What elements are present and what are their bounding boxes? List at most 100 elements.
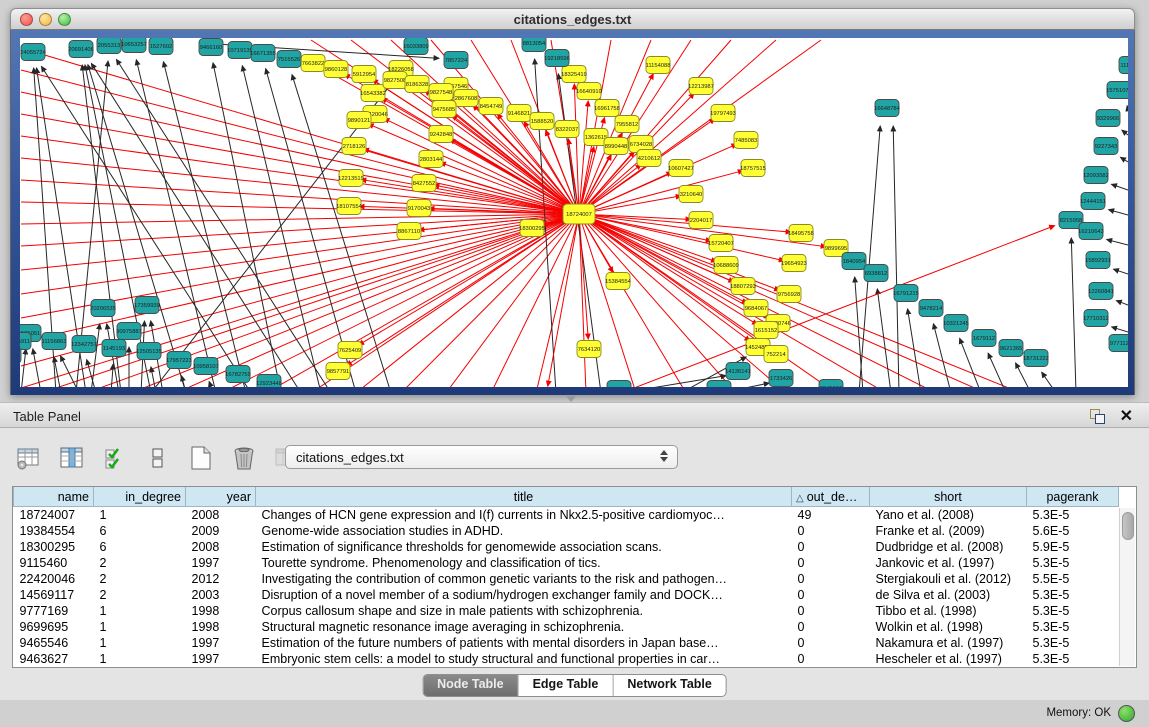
table-row[interactable]: 1830029562008Estimation of significance … [14, 539, 1119, 555]
graph-node[interactable]: 19654923 [781, 255, 807, 272]
table-cell[interactable]: 1 [94, 651, 186, 667]
graph-node[interactable]: 16671355 [250, 45, 276, 62]
graph-node[interactable]: 16791215 [893, 285, 919, 302]
graph-node[interactable]: 16961758 [594, 100, 620, 117]
graph-edge[interactable] [1120, 157, 1128, 162]
table-row[interactable]: 1938455462009Genome-wide association stu… [14, 523, 1119, 539]
table-row[interactable]: 911546021997Tourette syndrome. Phenomeno… [14, 555, 1119, 571]
graph-node[interactable]: 18724007 [563, 204, 595, 224]
table-row[interactable]: 1872400712008Changes of HCN gene express… [14, 507, 1119, 524]
table-cell[interactable]: 9777169 [14, 603, 94, 619]
graph-node[interactable]: 18300295 [519, 220, 545, 237]
float-panel-icon[interactable] [1090, 409, 1105, 423]
graph-node[interactable]: 3210640 [679, 186, 703, 203]
graph-node[interactable]: 12213987 [688, 78, 714, 95]
graph-edge[interactable] [1042, 372, 1056, 387]
graph-node[interactable]: 7955812 [615, 116, 639, 133]
table-cell[interactable]: 1 [94, 507, 186, 524]
graph-edge[interactable] [877, 289, 891, 387]
table-cell[interactable]: Tourette syndrome. Phenomenology and cla… [256, 555, 792, 571]
graph-node[interactable]: 7663822 [301, 55, 325, 72]
row-height-icon[interactable] [143, 443, 173, 473]
column-header-out-degree[interactable]: △out_de… [792, 487, 870, 507]
graph-edge[interactable] [548, 214, 579, 386]
memory-ok-indicator[interactable] [1118, 705, 1135, 722]
graph-node[interactable]: 7634120 [577, 341, 601, 358]
graph-edge[interactable] [176, 214, 579, 387]
graph-node[interactable]: 2055313 [97, 38, 121, 54]
table-cell[interactable]: Yano et al. (2008) [870, 507, 1027, 524]
graph-node[interactable]: 11154088 [646, 57, 671, 74]
graph-node[interactable]: 11156863 [42, 333, 67, 350]
graph-node[interactable]: 24055724 [20, 44, 47, 61]
table-row[interactable]: 946554611997Estimation of the future num… [14, 635, 1119, 651]
column-header-name[interactable]: name [14, 487, 94, 507]
table-cell[interactable]: 19384554 [14, 523, 94, 539]
graph-node[interactable]: 9170043 [407, 200, 431, 217]
table-cell[interactable]: 2003 [186, 587, 256, 603]
graph-node[interactable]: 1615152 [754, 322, 778, 339]
table-cell[interactable]: 2009 [186, 523, 256, 539]
column-header-pagerank[interactable]: pagerank [1027, 487, 1119, 507]
graph-edge[interactable] [21, 214, 579, 342]
graph-node[interactable]: 4210612 [637, 150, 661, 167]
graph-edge[interactable] [1116, 301, 1128, 305]
scrollbar-thumb[interactable] [1122, 512, 1134, 540]
table-cell[interactable]: 5.3E-5 [1027, 635, 1119, 651]
graph-node[interactable]: 9756928 [777, 286, 801, 303]
table-cell[interactable]: 22420046 [14, 571, 94, 587]
graph-node[interactable]: 20691406 [68, 41, 94, 58]
table-cell[interactable]: 1 [94, 619, 186, 635]
column-header-year[interactable]: year [186, 487, 256, 507]
graph-node[interactable]: 2718126 [342, 138, 366, 155]
graph-node[interactable]: 9466160 [199, 39, 223, 56]
table-cell[interactable]: 5.3E-5 [1027, 603, 1119, 619]
select-columns-icon[interactable] [57, 443, 87, 473]
graph-node[interactable]: 1840954 [842, 253, 866, 270]
graph-edge[interactable] [209, 381, 213, 387]
graph-node[interactable]: 8867110 [397, 223, 421, 240]
graph-node[interactable]: 1733426 [769, 370, 793, 387]
table-cell[interactable]: Tibbo et al. (1998) [870, 603, 1027, 619]
tab-network-table[interactable]: Network Table [613, 675, 726, 696]
graph-edge[interactable] [21, 202, 579, 214]
graph-node[interactable]: 17710312 [1083, 310, 1109, 327]
graph-node[interactable]: 9242848 [429, 126, 453, 143]
citation-graph[interactable]: 7663822986012859129541654338222420046989… [20, 38, 1128, 387]
graph-node[interactable]: 9827508 [383, 72, 407, 89]
table-cell[interactable]: 14569117 [14, 587, 94, 603]
table-cell[interactable]: 49 [792, 507, 870, 524]
table-row[interactable]: 2242004622012Investigating the contribut… [14, 571, 1119, 587]
graph-edge[interactable] [1111, 184, 1128, 190]
graph-node[interactable]: 8427552 [412, 175, 436, 192]
table-row[interactable]: 969969511998Structural magnetic resonanc… [14, 619, 1119, 635]
graph-edge[interactable] [1122, 130, 1128, 135]
graph-node[interactable]: 2803144 [419, 151, 443, 168]
graph-node[interactable]: 9475685 [432, 101, 456, 118]
graph-node[interactable]: 12093582 [1083, 167, 1109, 184]
table-cell[interactable]: 2008 [186, 539, 256, 555]
table-cell[interactable]: Changes of HCN gene expression and I(f) … [256, 507, 792, 524]
graph-edge[interactable] [60, 356, 79, 387]
graph-node[interactable]: 9827548 [429, 84, 453, 101]
graph-edge[interactable] [1071, 238, 1076, 387]
graph-edge[interactable] [988, 353, 1006, 387]
graph-edge[interactable] [33, 349, 41, 387]
graph-node[interactable]: 1527602 [149, 38, 173, 55]
graph-node[interactable]: 16640910 [576, 83, 602, 100]
table-cell[interactable]: 6 [94, 539, 186, 555]
tab-edge-table[interactable]: Edge Table [519, 675, 614, 696]
graph-node[interactable]: 9860128 [324, 61, 348, 78]
window-titlebar[interactable]: citations_edges.txt [10, 8, 1135, 30]
graph-node[interactable]: 16648784 [874, 100, 901, 117]
table-cell[interactable]: 5.9E-5 [1027, 539, 1119, 555]
close-panel-icon[interactable]: ✕ [1120, 406, 1133, 426]
graph-node[interactable]: 20206535 [90, 300, 116, 317]
table-settings-icon[interactable] [14, 443, 44, 473]
graph-node[interactable]: 15892931 [1085, 252, 1111, 269]
graph-node[interactable]: 14136141 [725, 363, 751, 380]
graph-node[interactable]: 15384554 [605, 273, 632, 290]
table-scrollbar[interactable] [1119, 508, 1135, 666]
graph-node[interactable]: 1843876 [20, 347, 21, 364]
graph-node[interactable]: 12342757 [71, 336, 97, 353]
